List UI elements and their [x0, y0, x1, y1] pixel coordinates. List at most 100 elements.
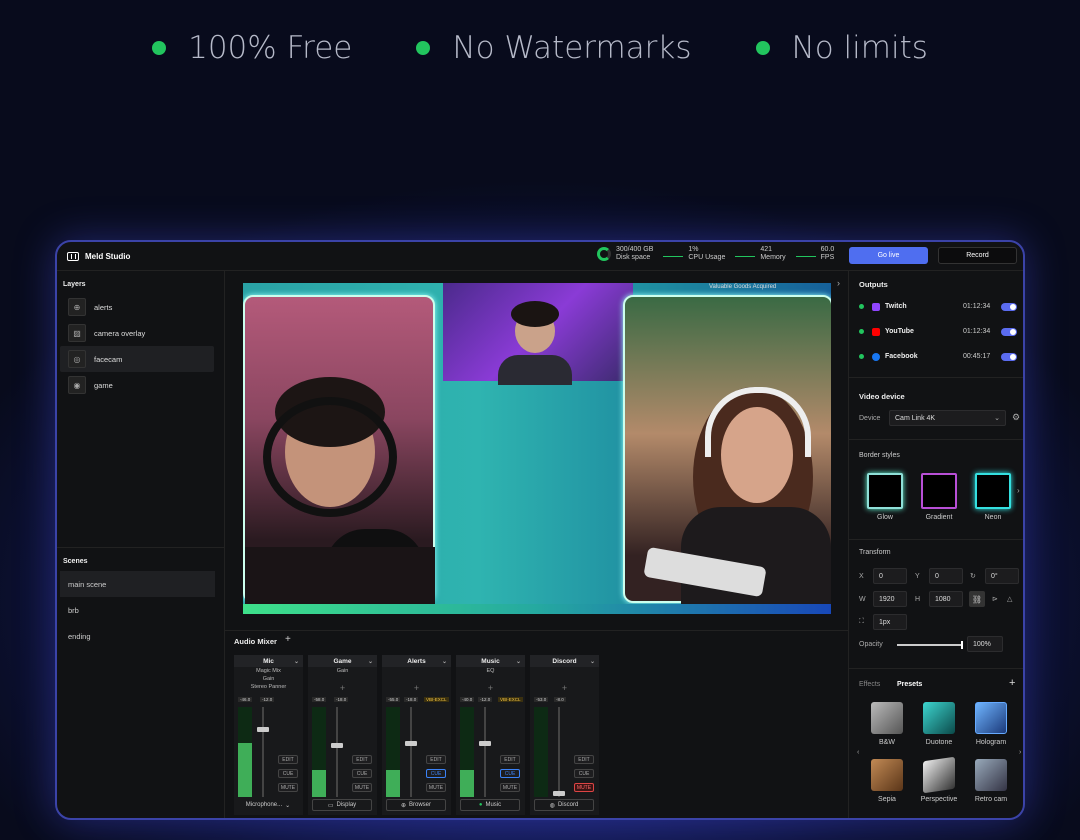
volume-fader[interactable] [405, 707, 417, 797]
flip-horizontal-icon[interactable]: ⊳ [992, 595, 998, 603]
output-toggle[interactable] [1001, 352, 1017, 361]
source-select[interactable]: ▭ Display [312, 799, 372, 811]
channel-header[interactable]: Alerts ⌄ [382, 655, 451, 667]
collapse-panel-icon[interactable]: › [837, 278, 840, 288]
volume-fader[interactable] [331, 707, 343, 797]
volume-fader[interactable] [479, 707, 491, 797]
fader-knob[interactable] [553, 791, 565, 796]
scene-item-ending[interactable]: ending [60, 623, 215, 649]
layer-item-facecam[interactable]: ◎ facecam [60, 346, 214, 372]
device-select[interactable]: Cam Link 4K ⌄ [889, 410, 1006, 426]
output-toggle[interactable] [1001, 327, 1017, 336]
source-select[interactable]: ● Music [460, 799, 520, 811]
add-effect-icon[interactable]: + [382, 683, 451, 693]
tab-presets[interactable]: Presets [897, 681, 922, 688]
x-field[interactable]: 0 [873, 568, 907, 584]
edit-button[interactable]: EDIT [574, 755, 594, 764]
layer-item-camera-overlay[interactable]: ▨ camera overlay [60, 320, 214, 346]
hero-label: 100% Free [188, 30, 353, 66]
layer-item-game[interactable]: ◉ game [60, 372, 214, 398]
edit-button[interactable]: EDIT [278, 755, 298, 764]
flip-vertical-icon[interactable]: △ [1007, 595, 1012, 603]
source-select[interactable]: ◍ Discord [534, 799, 594, 811]
chevron-left-icon[interactable]: ‹ [857, 749, 859, 756]
y-field[interactable]: 0 [929, 568, 963, 584]
add-effect-button[interactable]: + [1009, 677, 1015, 689]
channel-header[interactable]: Game ⌄ [308, 655, 377, 667]
channel-header[interactable]: Mic ⌄ [234, 655, 303, 667]
channel-header[interactable]: Music ⌄ [456, 655, 525, 667]
opacity-slider[interactable] [897, 641, 963, 649]
effect-item[interactable]: EQ [456, 667, 525, 675]
effect-item[interactable]: Stereo Panner [234, 683, 303, 691]
preset-label: Sepia [878, 796, 896, 803]
border-style-label: Glow [877, 514, 893, 521]
mute-button[interactable]: MUTE [352, 783, 372, 792]
effect-item[interactable]: Gain [234, 675, 303, 683]
go-live-button[interactable]: Go live [849, 247, 928, 264]
stream-preview[interactable]: Valuable Goods Acquired [243, 283, 831, 614]
link-icon[interactable]: ⛓ [969, 591, 985, 607]
opacity-thumb[interactable] [961, 641, 963, 649]
layer-item-alerts[interactable]: ⊕ alerts [60, 294, 214, 320]
border-width-field[interactable]: 1px [873, 614, 907, 630]
scenes-title: Scenes [63, 558, 88, 565]
source-select[interactable]: ⊕ Browser [386, 799, 446, 811]
edit-button[interactable]: EDIT [500, 755, 520, 764]
edit-button[interactable]: EDIT [426, 755, 446, 764]
effect-item[interactable]: Magic Mix [234, 667, 303, 675]
cue-button[interactable]: CUE [426, 769, 446, 778]
edit-button[interactable]: EDIT [352, 755, 372, 764]
source-select[interactable]: Microphone... ⌄ [238, 799, 298, 811]
gear-icon[interactable]: ⚙ [1012, 412, 1020, 423]
add-channel-button[interactable]: + [285, 634, 291, 645]
scene-item-brb[interactable]: brb [60, 597, 215, 623]
volume-fader[interactable] [553, 707, 565, 797]
fader-knob[interactable] [479, 741, 491, 746]
chevron-right-icon[interactable]: › [1019, 749, 1021, 756]
channel-header[interactable]: Discord ⌄ [530, 655, 599, 667]
scene-item-main[interactable]: main scene [60, 571, 215, 597]
chevron-right-icon[interactable]: › [1017, 486, 1020, 495]
opacity-field[interactable]: 100% [967, 636, 1003, 652]
add-effect-icon[interactable]: + [456, 683, 525, 693]
preset-sepia[interactable] [871, 759, 903, 791]
preset-duotone[interactable] [923, 702, 955, 734]
border-styles-section: Border styles Glow Gradient Neon › [849, 440, 1023, 536]
width-field[interactable]: 1920 [873, 591, 907, 607]
fader-knob[interactable] [405, 741, 417, 746]
mute-button[interactable]: MUTE [574, 783, 594, 792]
rotation-field[interactable]: 0° [985, 568, 1019, 584]
border-styles-title: Border styles [859, 452, 900, 459]
effect-item[interactable]: Gain [308, 667, 377, 675]
preset-hologram[interactable] [975, 702, 1007, 734]
preset-retro-cam[interactable] [975, 759, 1007, 791]
fps-sparkline-icon [795, 251, 816, 257]
border-style-glow[interactable] [867, 473, 903, 509]
mute-button[interactable]: MUTE [426, 783, 446, 792]
volume-fader[interactable] [257, 707, 269, 797]
fader-knob[interactable] [257, 727, 269, 732]
cue-button[interactable]: CUE [278, 769, 298, 778]
mute-button[interactable]: MUTE [500, 783, 520, 792]
cue-button[interactable]: CUE [352, 769, 372, 778]
preset-bw[interactable] [871, 702, 903, 734]
mute-button[interactable]: MUTE [278, 783, 298, 792]
preset-label: Hologram [975, 739, 1007, 746]
tab-effects[interactable]: Effects [859, 681, 880, 688]
h-label: H [915, 596, 921, 603]
height-field[interactable]: 1080 [929, 591, 963, 607]
add-effect-icon[interactable]: + [308, 683, 377, 693]
border-style-neon[interactable] [975, 473, 1011, 509]
fader-knob[interactable] [331, 743, 343, 748]
border-style-gradient[interactable] [921, 473, 957, 509]
add-effect-icon[interactable]: + [530, 683, 599, 693]
output-toggle[interactable] [1001, 302, 1017, 311]
y-label: Y [915, 573, 920, 580]
record-button[interactable]: Record [938, 247, 1017, 264]
preset-perspective[interactable] [923, 756, 955, 794]
hero-label: No limits [791, 30, 928, 66]
cue-button[interactable]: CUE [500, 769, 520, 778]
disk-value: 300/400 GB [616, 246, 654, 253]
cue-button[interactable]: CUE [574, 769, 594, 778]
